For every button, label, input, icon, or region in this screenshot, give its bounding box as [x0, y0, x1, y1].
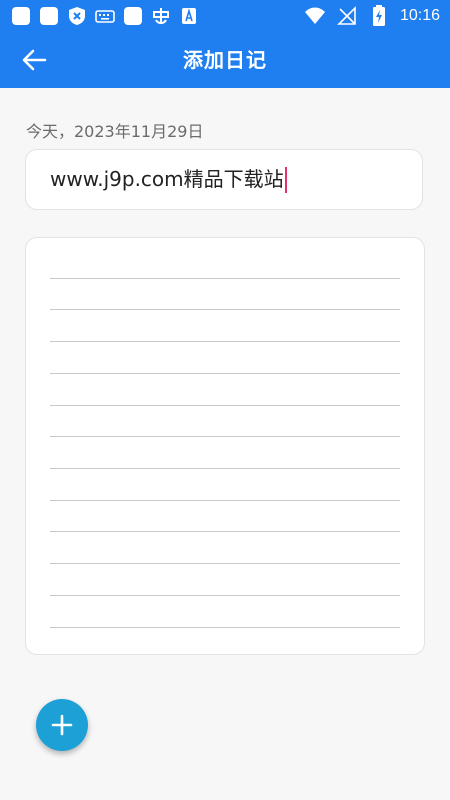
clock: 10:16 [399, 7, 440, 24]
app-icon [38, 5, 60, 27]
ruled-line [50, 595, 400, 596]
ruled-line [50, 468, 400, 469]
diary-body-field[interactable] [25, 237, 425, 655]
no-signal-icon [336, 5, 358, 27]
keyboard-icon [94, 5, 116, 27]
page-title: 添加日记 [183, 48, 267, 72]
back-button[interactable] [18, 44, 50, 76]
ruled-line [50, 500, 400, 501]
ruled-line [50, 531, 400, 532]
add-button[interactable] [36, 699, 88, 751]
ruled-line [50, 627, 400, 628]
ruled-line [50, 341, 400, 342]
status-bar: 10:16 [0, 0, 450, 32]
title-input-value: www.j9p.com精品下载站 [50, 167, 284, 191]
plus-icon [51, 714, 73, 736]
date-label: 今天，2023年11月29日 [26, 122, 204, 141]
app-icon [122, 5, 144, 27]
text-cursor [284, 166, 287, 193]
ruled-line [50, 278, 400, 279]
wifi-icon [304, 5, 326, 27]
font-icon [178, 5, 200, 27]
arrow-left-icon [22, 49, 47, 71]
shield-icon [66, 5, 88, 27]
ruled-line [50, 563, 400, 564]
system-icons: 10:16 [304, 5, 440, 27]
ruled-line [50, 373, 400, 374]
ruled-line [50, 405, 400, 406]
ruled-line [50, 309, 400, 310]
battery-charging-icon [368, 5, 390, 27]
title-input[interactable]: www.j9p.com精品下载站 [50, 150, 287, 209]
app-bar: 添加日记 [0, 32, 450, 88]
ruled-line [50, 436, 400, 437]
app-icon [10, 5, 32, 27]
bug-icon [150, 5, 172, 27]
title-field[interactable]: www.j9p.com精品下载站 [25, 149, 423, 210]
notification-icons [10, 5, 200, 27]
